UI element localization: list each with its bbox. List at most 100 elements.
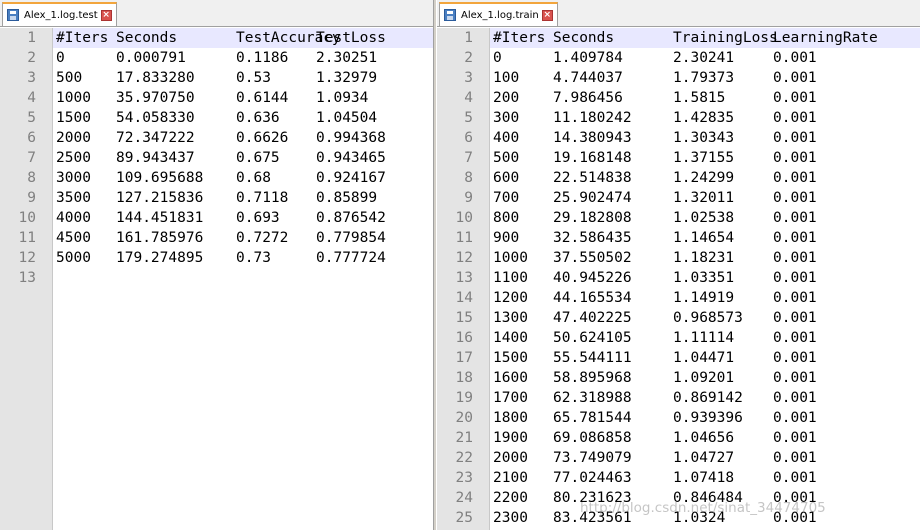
- text-line[interactable]: 3500 127.215836 0.7118 0.85899: [53, 188, 433, 208]
- line-number: 18: [455, 370, 473, 386]
- text-token: 1300: [493, 310, 528, 326]
- text-token: 1.07418: [673, 470, 735, 486]
- text-token: 1.03351: [673, 270, 735, 286]
- text-token: Seconds: [553, 30, 615, 46]
- text-line[interactable]: 1500 55.544111 1.04471 0.001: [490, 348, 920, 368]
- editor-pane-right[interactable]: Alex_1.log.train × 1 2 3 4 5 6 7 8 9 10 11 12 13 14 15…: [437, 0, 920, 530]
- editor-pane-left[interactable]: Alex_1.log.test × 1 2 3 4 5 6 7 8 9 10 11 12 13 #Ite…: [0, 0, 433, 530]
- text-line[interactable]: 1100 40.945226 1.03351 0.001: [490, 268, 920, 288]
- line-number: 6: [464, 130, 473, 146]
- text-token: 0.876542: [316, 210, 386, 226]
- text-token: 2000: [493, 450, 528, 466]
- tab-bar-left: Alex_1.log.test ×: [0, 0, 433, 27]
- text-token: 1.02538: [673, 210, 735, 226]
- line-number-row: 17: [437, 348, 489, 368]
- text-token: 22.514838: [553, 170, 632, 186]
- line-number-row: 7: [0, 148, 52, 168]
- text-line[interactable]: #Iters Seconds TestAccuracy TestLoss: [53, 28, 433, 48]
- text-token: 700: [493, 190, 520, 206]
- text-line[interactable]: 900 32.586435 1.14654 0.001: [490, 228, 920, 248]
- text-line[interactable]: 0 0.000791 0.1186 2.30251: [53, 48, 433, 68]
- line-number-row: 10: [0, 208, 52, 228]
- tab-alex-log-test[interactable]: Alex_1.log.test ×: [2, 2, 117, 26]
- line-number-row: 25: [437, 508, 489, 528]
- text-line[interactable]: 4000 144.451831 0.693 0.876542: [53, 208, 433, 228]
- text-token: 0.777724: [316, 250, 386, 266]
- text-line[interactable]: 800 29.182808 1.02538 0.001: [490, 208, 920, 228]
- text-line[interactable]: 500 19.168148 1.37155 0.001: [490, 148, 920, 168]
- text-line[interactable]: 1300 47.402225 0.968573 0.001: [490, 308, 920, 328]
- text-line[interactable]: 1800 65.781544 0.939396 0.001: [490, 408, 920, 428]
- tab-bar-right: Alex_1.log.train ×: [437, 0, 920, 27]
- line-number: 4: [27, 90, 36, 106]
- text-token: 0.001: [773, 350, 817, 366]
- text-editor-right[interactable]: 1 2 3 4 5 6 7 8 9 10 11 12 13 14 15 16 17 18 19 20 21 22 23 24 2…: [437, 28, 920, 530]
- text-token: 1.18231: [673, 250, 735, 266]
- line-number-row: 4: [0, 88, 52, 108]
- line-number: 8: [464, 170, 473, 186]
- close-tab-icon[interactable]: ×: [100, 9, 112, 21]
- text-token: 0.7272: [236, 230, 289, 246]
- text-line[interactable]: 600 22.514838 1.24299 0.001: [490, 168, 920, 188]
- text-token: 1000: [56, 90, 91, 106]
- line-number: 22: [455, 450, 473, 466]
- editor-content-left[interactable]: #Iters Seconds TestAccuracy TestLoss 0 0.0007…: [53, 28, 433, 530]
- text-line[interactable]: 4500 161.785976 0.7272 0.779854: [53, 228, 433, 248]
- line-number-row: 15: [437, 308, 489, 328]
- text-line[interactable]: 700 25.902474 1.32011 0.001: [490, 188, 920, 208]
- line-number: 13: [455, 270, 473, 286]
- text-line[interactable]: 2500 89.943437 0.675 0.943465: [53, 148, 433, 168]
- text-line[interactable]: #Iters Seconds TrainingLoss LearningRate: [490, 28, 920, 48]
- text-editor-left[interactable]: 1 2 3 4 5 6 7 8 9 10 11 12 13 #Iters Seconds TestAccur…: [0, 28, 433, 530]
- text-token: 72.347222: [116, 130, 195, 146]
- text-line[interactable]: 1700 62.318988 0.869142 0.001: [490, 388, 920, 408]
- tab-alex-log-train[interactable]: Alex_1.log.train ×: [439, 2, 558, 26]
- text-line[interactable]: 1000 35.970750 0.6144 1.0934: [53, 88, 433, 108]
- line-number-row: 2: [0, 48, 52, 68]
- text-token: 0: [56, 50, 65, 66]
- text-line[interactable]: [53, 268, 433, 288]
- text-token: 0.000791: [116, 50, 186, 66]
- text-line[interactable]: 1900 69.086858 1.04656 0.001: [490, 428, 920, 448]
- line-number: 12: [455, 250, 473, 266]
- text-line[interactable]: 3000 109.695688 0.68 0.924167: [53, 168, 433, 188]
- text-line[interactable]: 500 17.833280 0.53 1.32979: [53, 68, 433, 88]
- text-token: 0.001: [773, 330, 817, 346]
- text-token: 0.001: [773, 50, 817, 66]
- text-line[interactable]: 1600 58.895968 1.09201 0.001: [490, 368, 920, 388]
- text-token: 4.744037: [553, 70, 623, 86]
- line-number: 24: [455, 490, 473, 506]
- close-tab-icon[interactable]: ×: [541, 9, 553, 21]
- text-token: 0.7118: [236, 190, 289, 206]
- text-line[interactable]: 400 14.380943 1.30343 0.001: [490, 128, 920, 148]
- text-token: 1.32011: [673, 190, 735, 206]
- text-line[interactable]: 100 4.744037 1.79373 0.001: [490, 68, 920, 88]
- line-number-row: 9: [437, 188, 489, 208]
- text-token: 0.001: [773, 370, 817, 386]
- text-line[interactable]: 300 11.180242 1.42835 0.001: [490, 108, 920, 128]
- text-token: 0.6144: [236, 90, 289, 106]
- line-number: 15: [455, 310, 473, 326]
- text-line[interactable]: 2000 72.347222 0.6626 0.994368: [53, 128, 433, 148]
- text-line[interactable]: 2000 73.749079 1.04727 0.001: [490, 448, 920, 468]
- text-token: 1200: [493, 290, 528, 306]
- line-number: 1: [27, 30, 36, 46]
- text-line[interactable]: 1400 50.624105 1.11114 0.001: [490, 328, 920, 348]
- text-token: 32.586435: [553, 230, 632, 246]
- text-line[interactable]: 200 7.986456 1.5815 0.001: [490, 88, 920, 108]
- editor-content-right[interactable]: #Iters Seconds TrainingLoss LearningRate 0 1.…: [490, 28, 920, 530]
- text-token: 77.024463: [553, 470, 632, 486]
- text-line[interactable]: 0 1.409784 2.30241 0.001: [490, 48, 920, 68]
- text-token: 3000: [56, 170, 91, 186]
- text-token: LearningRate: [773, 30, 878, 46]
- text-token: 0.68: [236, 170, 271, 186]
- text-token: 1000: [493, 250, 528, 266]
- line-number-gutter: 1 2 3 4 5 6 7 8 9 10 11 12 13 14 15 16 17 18 19 20 21 22 23 24 2…: [437, 28, 490, 530]
- text-line[interactable]: 1200 44.165534 1.14919 0.001: [490, 288, 920, 308]
- text-line[interactable]: 1500 54.058330 0.636 1.04504: [53, 108, 433, 128]
- text-line[interactable]: 1000 37.550502 1.18231 0.001: [490, 248, 920, 268]
- text-token: 0.73: [236, 250, 271, 266]
- text-line[interactable]: 5000 179.274895 0.73 0.777724: [53, 248, 433, 268]
- text-token: 1.79373: [673, 70, 735, 86]
- text-line[interactable]: 2100 77.024463 1.07418 0.001: [490, 468, 920, 488]
